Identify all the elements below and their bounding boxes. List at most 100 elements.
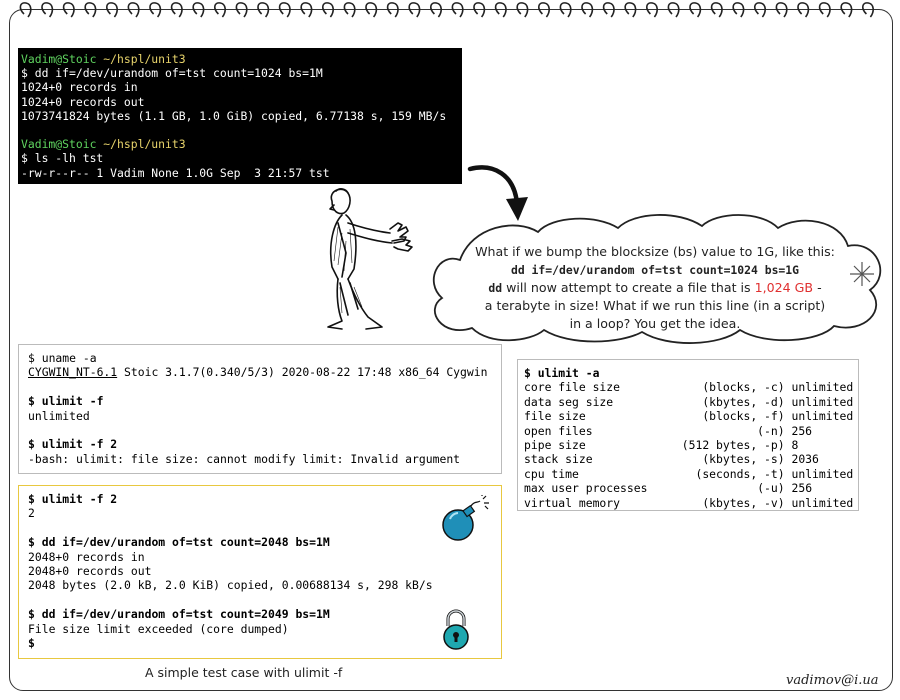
- spiral-ring: [559, 2, 572, 18]
- spiral-ring: [754, 2, 766, 18]
- author-signature: vadimov@i.ua: [786, 673, 879, 688]
- ulimit-value: 2036: [791, 452, 819, 467]
- spiral-ring: [581, 2, 594, 18]
- prompt-user: Vadim@Stoic: [21, 52, 97, 66]
- ulimit-name: virtual memory: [524, 495, 621, 510]
- ulimit-unit: (seconds, -t): [695, 466, 785, 481]
- terminal-output: 1073741824 bytes (1.1 GB, 1.0 GiB) copie…: [21, 108, 447, 123]
- spiral-ring: [689, 2, 702, 18]
- ulimit-row: max user processes (-u) 256: [524, 481, 812, 495]
- ulimit-row: stack size (kbytes, -s) 2036: [524, 452, 819, 466]
- ulimit-row: pipe size (512 bytes, -p) 8: [524, 438, 798, 452]
- ulimit-rows: core file size (blocks, -c) unlimited da…: [524, 380, 853, 509]
- spiral-ring: [149, 2, 162, 18]
- stop-gesture-man-icon: [327, 188, 413, 330]
- spiral-ring: [343, 2, 356, 18]
- spiral-ring: [278, 2, 291, 18]
- test-case-box: $ ulimit -f 2 2 $ dd if=/dev/urandom of=…: [18, 485, 502, 659]
- bubble-dd: dd: [488, 281, 503, 295]
- figure-caption: A simple test case with ulimit -f: [145, 665, 343, 680]
- spiral-ring: [732, 2, 745, 18]
- bubble-highlight: 1,024 GB: [754, 280, 814, 295]
- spiral-ring: [127, 2, 140, 18]
- spiral-ring: [84, 2, 97, 18]
- ulimit-all-box: $ ulimit -a core file size (blocks, -c) …: [517, 359, 859, 511]
- ulimit-row: core file size (blocks, -c) unlimited: [524, 380, 853, 394]
- spiral-ring: [710, 2, 723, 18]
- ulimit-name: data seg size: [524, 394, 614, 409]
- spiral-ring: [257, 2, 270, 18]
- cygwin-link[interactable]: CYGWIN_NT-6.1: [28, 365, 117, 379]
- ulimit-unit: (-u): [757, 481, 785, 496]
- spiral-ring: [430, 2, 442, 18]
- spiral-ring: [214, 2, 226, 18]
- spiral-ring: [386, 2, 399, 18]
- ulimit-name: stack size: [524, 452, 593, 467]
- bubble-line: What if we bump the blocksize (bs) value…: [475, 244, 835, 259]
- bubble-line: in a loop? You get the idea.: [569, 316, 741, 331]
- ulimit-row: virtual memory (kbytes, -v) unlimited: [524, 496, 853, 510]
- bubble-command: dd if=/dev/urandom of=tst count=1024 bs=…: [510, 263, 800, 277]
- ulimit-value: unlimited: [791, 466, 854, 481]
- bomb-icon: [442, 495, 489, 541]
- spiral-ring: [300, 2, 313, 18]
- ulimit-value: unlimited: [791, 380, 854, 395]
- spiral-ring: [667, 2, 680, 18]
- bubble-text: What if we bump the blocksize (bs) value…: [440, 243, 870, 333]
- bubble-line: dd will now attempt to create a file tha…: [488, 280, 822, 295]
- ulimit-unit: (kbytes, -s): [702, 452, 785, 467]
- ulimit-unit: (blocks, -c): [702, 380, 785, 395]
- spiral-ring: [41, 2, 54, 18]
- ulimit-unit: (blocks, -f): [702, 409, 785, 424]
- ulimit-row: data seg size (kbytes, -d) unlimited: [524, 395, 853, 409]
- prompt-path: ~/hspl/unit3: [103, 137, 186, 152]
- spiral-ring: [451, 2, 464, 18]
- spiral-ring: [408, 2, 421, 18]
- spiral-ring: [797, 2, 810, 18]
- terminal-window: Vadim@Stoic ~/hspl/unit3 $ dd if=/dev/ur…: [18, 48, 462, 184]
- padlock-icon: [443, 609, 469, 650]
- spiral-ring: [365, 2, 378, 18]
- ulimit-name: max user processes: [524, 481, 648, 496]
- spiral-ring: [235, 2, 248, 18]
- spiral-ring: [192, 2, 205, 18]
- bubble-line: a terabyte in size! What if we run this …: [484, 298, 826, 313]
- ulimit-unit: (-n): [757, 423, 785, 438]
- ulimit-name: core file size: [524, 380, 621, 395]
- ulimit-value: unlimited: [791, 495, 854, 510]
- ulimit-value: 256: [791, 481, 813, 496]
- spiral-ring: [516, 2, 529, 18]
- terminal-output: 1024+0 records out: [21, 94, 145, 109]
- terminal-command: $ dd if=/dev/urandom of=tst count=1024 b…: [21, 66, 323, 81]
- ulimit-unit: (kbytes, -d): [702, 394, 785, 409]
- ulimit-name: open files: [524, 423, 593, 438]
- spiral-ring: [602, 2, 615, 18]
- ulimit-value: unlimited: [791, 409, 854, 424]
- ulimit-name: file size: [524, 409, 586, 424]
- spiral-ring: [170, 2, 183, 18]
- spiral-ring: [106, 2, 118, 18]
- spiral-ring: [775, 2, 788, 18]
- ulimit-unit: (kbytes, -v): [702, 495, 785, 510]
- ulimit-value: unlimited: [791, 394, 854, 409]
- ulimit-name: pipe size: [524, 438, 586, 453]
- spiral-ring: [538, 2, 550, 18]
- spiral-ring: [473, 2, 486, 18]
- spiral-ring: [818, 2, 831, 18]
- spiral-ring: [494, 2, 507, 18]
- spiral-ring: [19, 2, 32, 18]
- spiral-ring: [624, 2, 637, 18]
- prompt-path: ~/hspl/unit3: [103, 52, 186, 66]
- spiral-ring: [646, 2, 658, 18]
- ulimit-value: 256: [791, 423, 813, 438]
- spiral-ring: [322, 2, 334, 18]
- spiral-binding-icon: [19, 2, 874, 18]
- spiral-ring: [62, 2, 75, 18]
- ulimit-row: open files (-n) 256: [524, 424, 812, 438]
- ulimit-unit: (512 bytes, -p): [681, 438, 785, 453]
- spiral-ring: [862, 2, 874, 18]
- ulimit-name: cpu time: [524, 466, 579, 481]
- prompt-user: Vadim@Stoic: [21, 137, 97, 152]
- terminal-output: -rw-r--r-- 1 Vadim None 1.0G Sep 3 21:57…: [21, 165, 330, 180]
- ulimit-row: cpu time (seconds, -t) unlimited: [524, 467, 853, 481]
